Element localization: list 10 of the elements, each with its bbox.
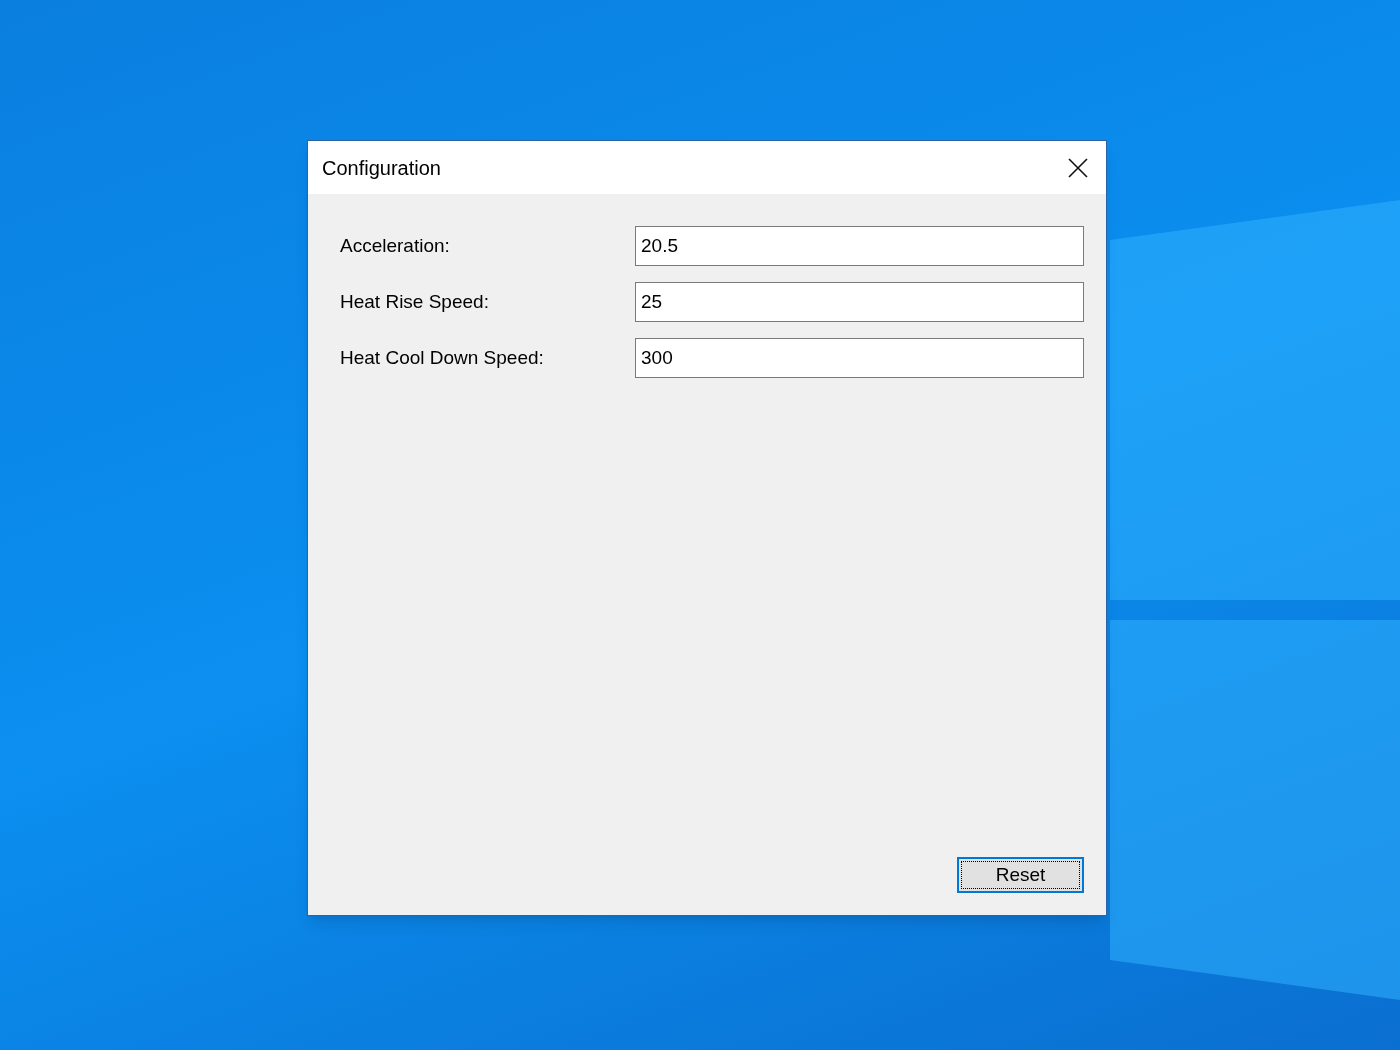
input-field[interactable]: 25 [635, 282, 1084, 322]
field-label: Acceleration: [340, 233, 451, 258]
close-button[interactable] [1066, 155, 1090, 180]
window-title: Configuration [322, 155, 441, 181]
field-label: Heat Rise Speed: [340, 289, 490, 314]
reset-button[interactable]: Reset [957, 857, 1084, 893]
field-label: Heat Cool Down Speed: [340, 345, 545, 370]
input-field[interactable]: 300 [635, 338, 1084, 378]
input-field[interactable]: 20.5 [635, 226, 1084, 266]
close-icon [1068, 157, 1088, 178]
